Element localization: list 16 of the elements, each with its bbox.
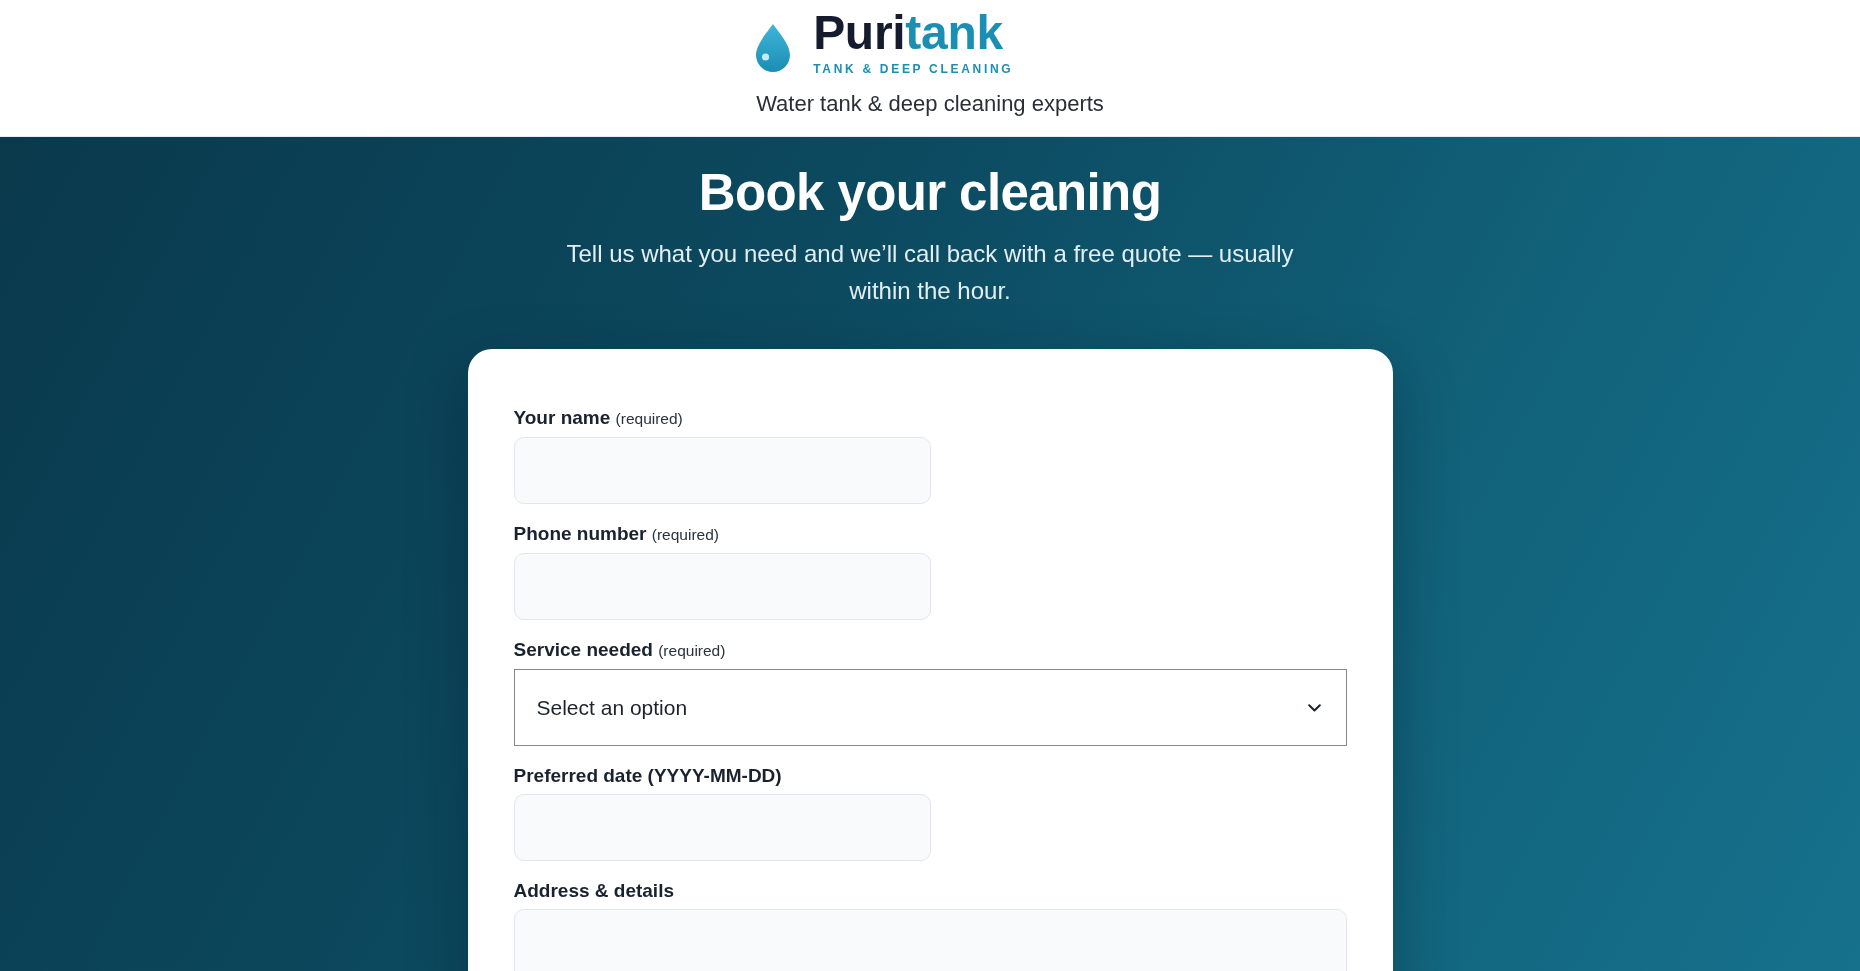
page-intro: Tell us what you need and we’ll call back with a free quote — usually within the hour. <box>565 239 1295 306</box>
input-field[interactable] <box>513 794 931 861</box>
field-label: Phone number (required) <box>513 523 719 546</box>
water-drop-icon <box>756 24 791 72</box>
chevron-down-icon <box>1307 703 1321 712</box>
field-label: Service needed (required) <box>513 639 726 662</box>
select-field[interactable]: Select an option <box>513 669 1347 746</box>
page-heading: Book your cleaning <box>698 164 1162 222</box>
field-label: Address & details <box>513 880 674 902</box>
brand-slogan: TANK & DEEP CLEANING <box>813 62 1014 76</box>
header-tagline: Water tank & deep cleaning experts <box>756 92 1104 116</box>
input-field[interactable] <box>513 553 931 620</box>
field-label: Preferred date (YYYY-MM-DD) <box>513 765 782 787</box>
input-field[interactable] <box>513 437 931 504</box>
brand-wordmark: Puritank <box>813 8 1003 58</box>
field-label: Your name (required) <box>513 407 683 430</box>
